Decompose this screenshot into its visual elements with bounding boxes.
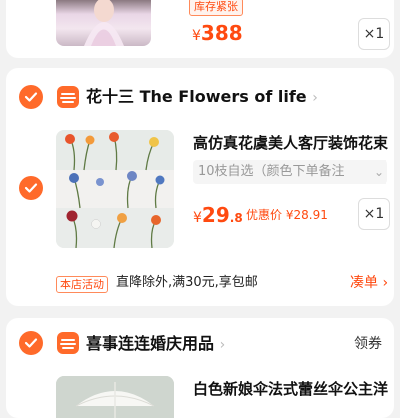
cart-item-card-top: 库存紧张 ¥388 ×1 xyxy=(6,0,394,58)
shop-icon xyxy=(57,332,79,354)
add-on-link[interactable]: 凑单 › xyxy=(350,274,388,292)
quantity-button[interactable]: ×1 xyxy=(358,198,390,230)
add-on-label: 凑单 xyxy=(350,275,378,291)
price: ¥388 xyxy=(192,21,243,48)
product-thumbnail[interactable] xyxy=(56,376,174,418)
discount-value: ¥28.91 xyxy=(285,208,328,222)
sku-selector[interactable]: 10枝自选（颜色下单备注 xyxy=(193,160,387,184)
shop-select-checkbox[interactable] xyxy=(19,331,43,355)
quantity-button[interactable]: ×1 xyxy=(358,18,390,50)
price-integer: 29 xyxy=(201,203,230,227)
coupon-button[interactable]: 领券 xyxy=(354,334,382,354)
stock-badge: 库存紧张 xyxy=(189,0,243,16)
price: ¥29.8 xyxy=(193,203,243,230)
lace-umbrella-photo xyxy=(56,376,174,418)
chevron-right-icon: › xyxy=(382,275,389,291)
checkmark-icon xyxy=(24,183,38,193)
product-thumbnail[interactable] xyxy=(56,0,151,46)
currency-symbol: ¥ xyxy=(193,210,202,226)
sku-text: 10枝自选（颜色下单备注 xyxy=(198,164,345,179)
shop-name-link[interactable]: 喜事连连婚庆用品 › xyxy=(86,331,225,357)
shop-name: 喜事连连婚庆用品 xyxy=(86,334,215,353)
checkmark-icon xyxy=(24,338,38,348)
shop-icon xyxy=(57,86,79,108)
chevron-down-icon: ⌄ xyxy=(372,160,386,184)
product-title[interactable]: 白色新娘伞法式蕾丝伞公主洋 xyxy=(193,378,388,400)
store-icon xyxy=(60,339,76,349)
checkmark-icon xyxy=(24,92,38,102)
chevron-right-icon: › xyxy=(312,90,318,106)
currency-symbol: ¥ xyxy=(192,28,201,44)
product-thumbnail[interactable] xyxy=(56,130,174,248)
item-select-checkbox[interactable] xyxy=(19,176,43,200)
shop-card-wedding: 喜事连连婚庆用品 › 领券 白色新娘伞法式蕾丝伞公主洋 xyxy=(6,318,394,418)
shop-name: 花十三 The Flowers of life xyxy=(86,87,307,106)
flower-bouquet-photo xyxy=(56,130,174,248)
promo-text: 直降除外,满30元,享包邮 xyxy=(116,275,258,290)
price-decimal: .8 xyxy=(229,211,243,225)
chevron-right-icon: › xyxy=(219,337,226,353)
store-icon xyxy=(60,93,76,103)
promo-tag: 本店活动 xyxy=(56,276,108,293)
product-title[interactable]: 高仿真花虞美人客厅装饰花束 xyxy=(193,132,388,154)
discount-price: 优惠价 ¥28.91 xyxy=(246,207,328,223)
shop-name-link[interactable]: 花十三 The Flowers of life › xyxy=(86,84,318,110)
dress-photo xyxy=(84,0,124,46)
price-value: 388 xyxy=(200,21,243,45)
shop-card-flowers: 花十三 The Flowers of life › 高仿真花虞美人客厅装饰花束 xyxy=(6,68,394,306)
discount-label: 优惠价 xyxy=(246,208,283,222)
shop-select-checkbox[interactable] xyxy=(19,85,43,109)
